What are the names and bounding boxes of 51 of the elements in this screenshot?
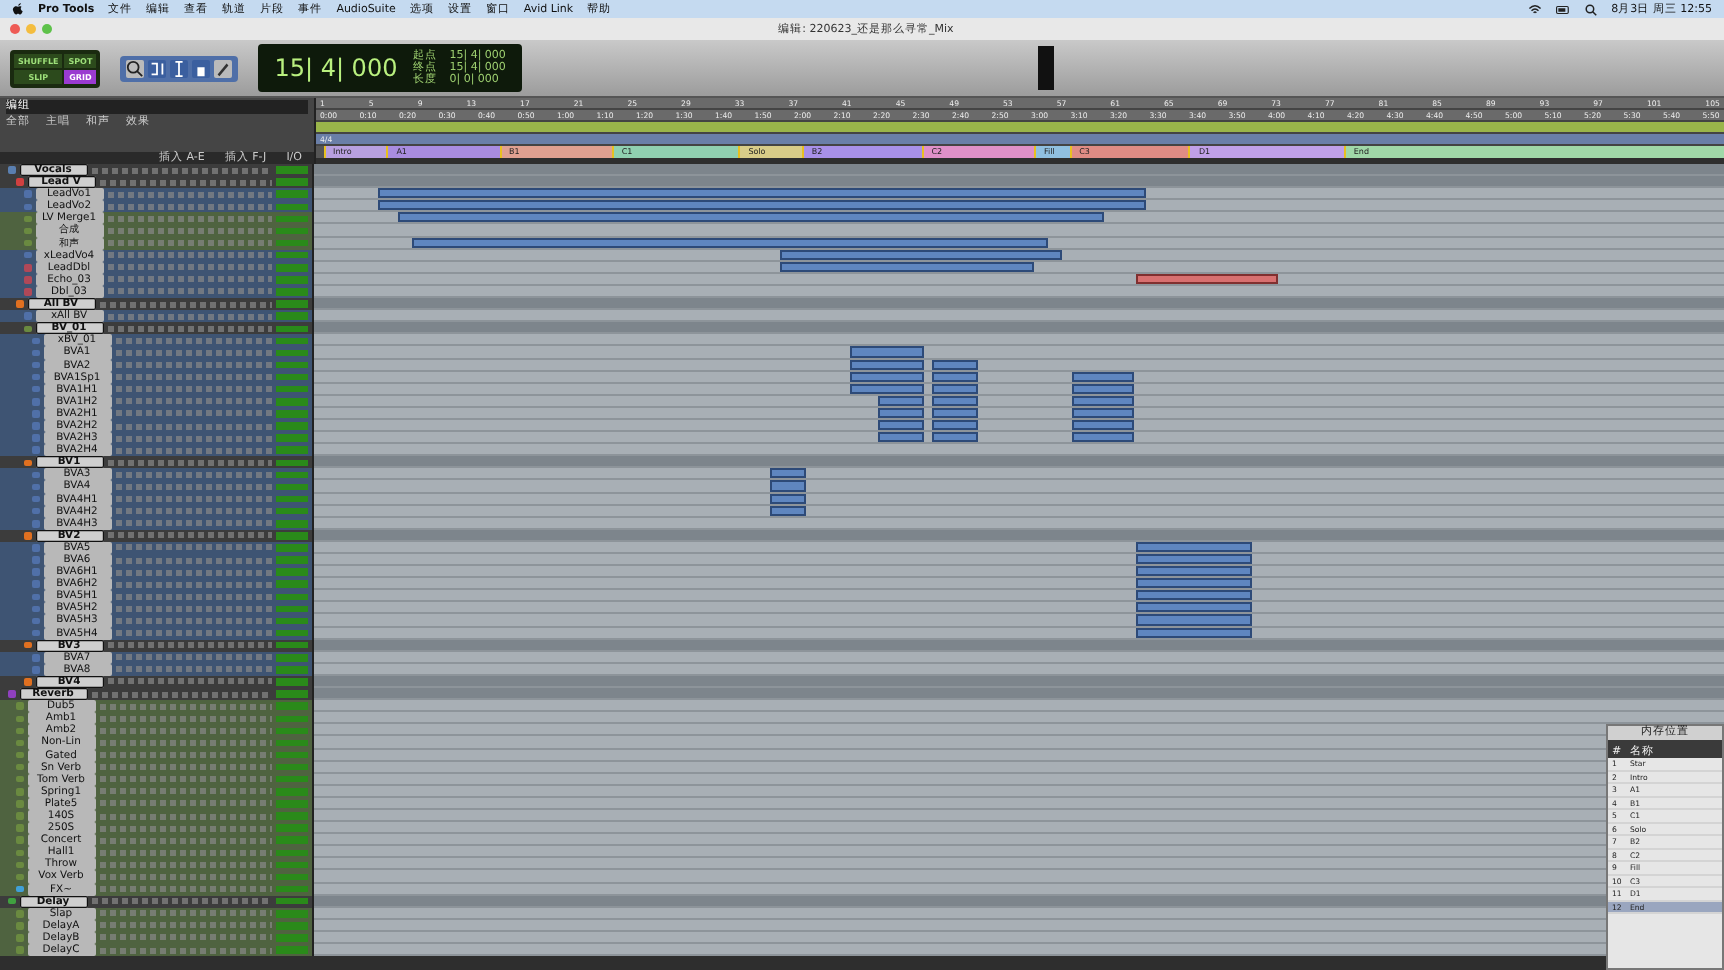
audio-clip[interactable] [849,346,924,357]
audio-clip[interactable] [1136,614,1252,626]
audio-clip[interactable] [1136,273,1277,284]
audio-clip[interactable] [931,407,979,418]
audio-clip[interactable] [1071,407,1135,418]
audio-clip[interactable] [412,237,1048,248]
audio-clip[interactable] [849,371,924,382]
wifi-icon[interactable] [1527,3,1542,15]
pencil-icon[interactable] [214,59,233,77]
audio-clip[interactable] [1071,432,1135,443]
audio-clip[interactable] [769,468,807,479]
audio-clip[interactable] [769,505,807,516]
zoom-icon[interactable] [126,59,145,77]
audio-clip[interactable] [1071,371,1135,382]
selector-icon[interactable] [170,59,189,77]
audio-clip[interactable] [931,432,979,443]
audio-clip[interactable] [1071,383,1135,394]
audio-clip[interactable] [769,480,807,492]
audio-clip[interactable] [769,493,807,504]
audio-clip[interactable] [1136,554,1252,565]
audio-clip[interactable] [931,371,979,382]
audio-clip[interactable] [849,383,924,394]
audio-clip[interactable] [878,432,924,443]
audio-clip[interactable] [377,188,1146,199]
audio-clip[interactable] [931,419,979,431]
main-counter: 15| 4| 000 [274,54,398,82]
audio-clip[interactable] [931,359,979,370]
audio-clip[interactable] [931,395,979,406]
trim-icon[interactable] [148,59,167,77]
audio-clip[interactable] [779,261,1034,272]
audio-clip[interactable] [1136,578,1252,589]
audio-clip[interactable] [1136,566,1252,577]
audio-clip[interactable] [398,212,1104,223]
audio-clip[interactable] [1071,419,1135,431]
audio-clip[interactable] [1136,602,1252,613]
audio-clip[interactable] [878,407,924,418]
audio-clip[interactable] [1136,627,1252,638]
audio-clip[interactable] [931,383,979,394]
audio-clip[interactable] [849,359,924,370]
battery-icon[interactable] [1555,3,1570,15]
search-icon[interactable] [1583,3,1598,15]
audio-clip[interactable] [779,249,1062,260]
audio-clip[interactable] [1136,590,1252,601]
audio-clip[interactable] [377,200,1146,211]
cpu-meter [1038,46,1054,90]
audio-clip[interactable] [878,395,924,406]
apple-logo-icon[interactable] [12,2,24,16]
audio-clip[interactable] [878,419,924,431]
close-button[interactable] [10,24,20,34]
audio-clip[interactable] [1136,541,1252,552]
audio-clip[interactable] [1071,395,1135,406]
